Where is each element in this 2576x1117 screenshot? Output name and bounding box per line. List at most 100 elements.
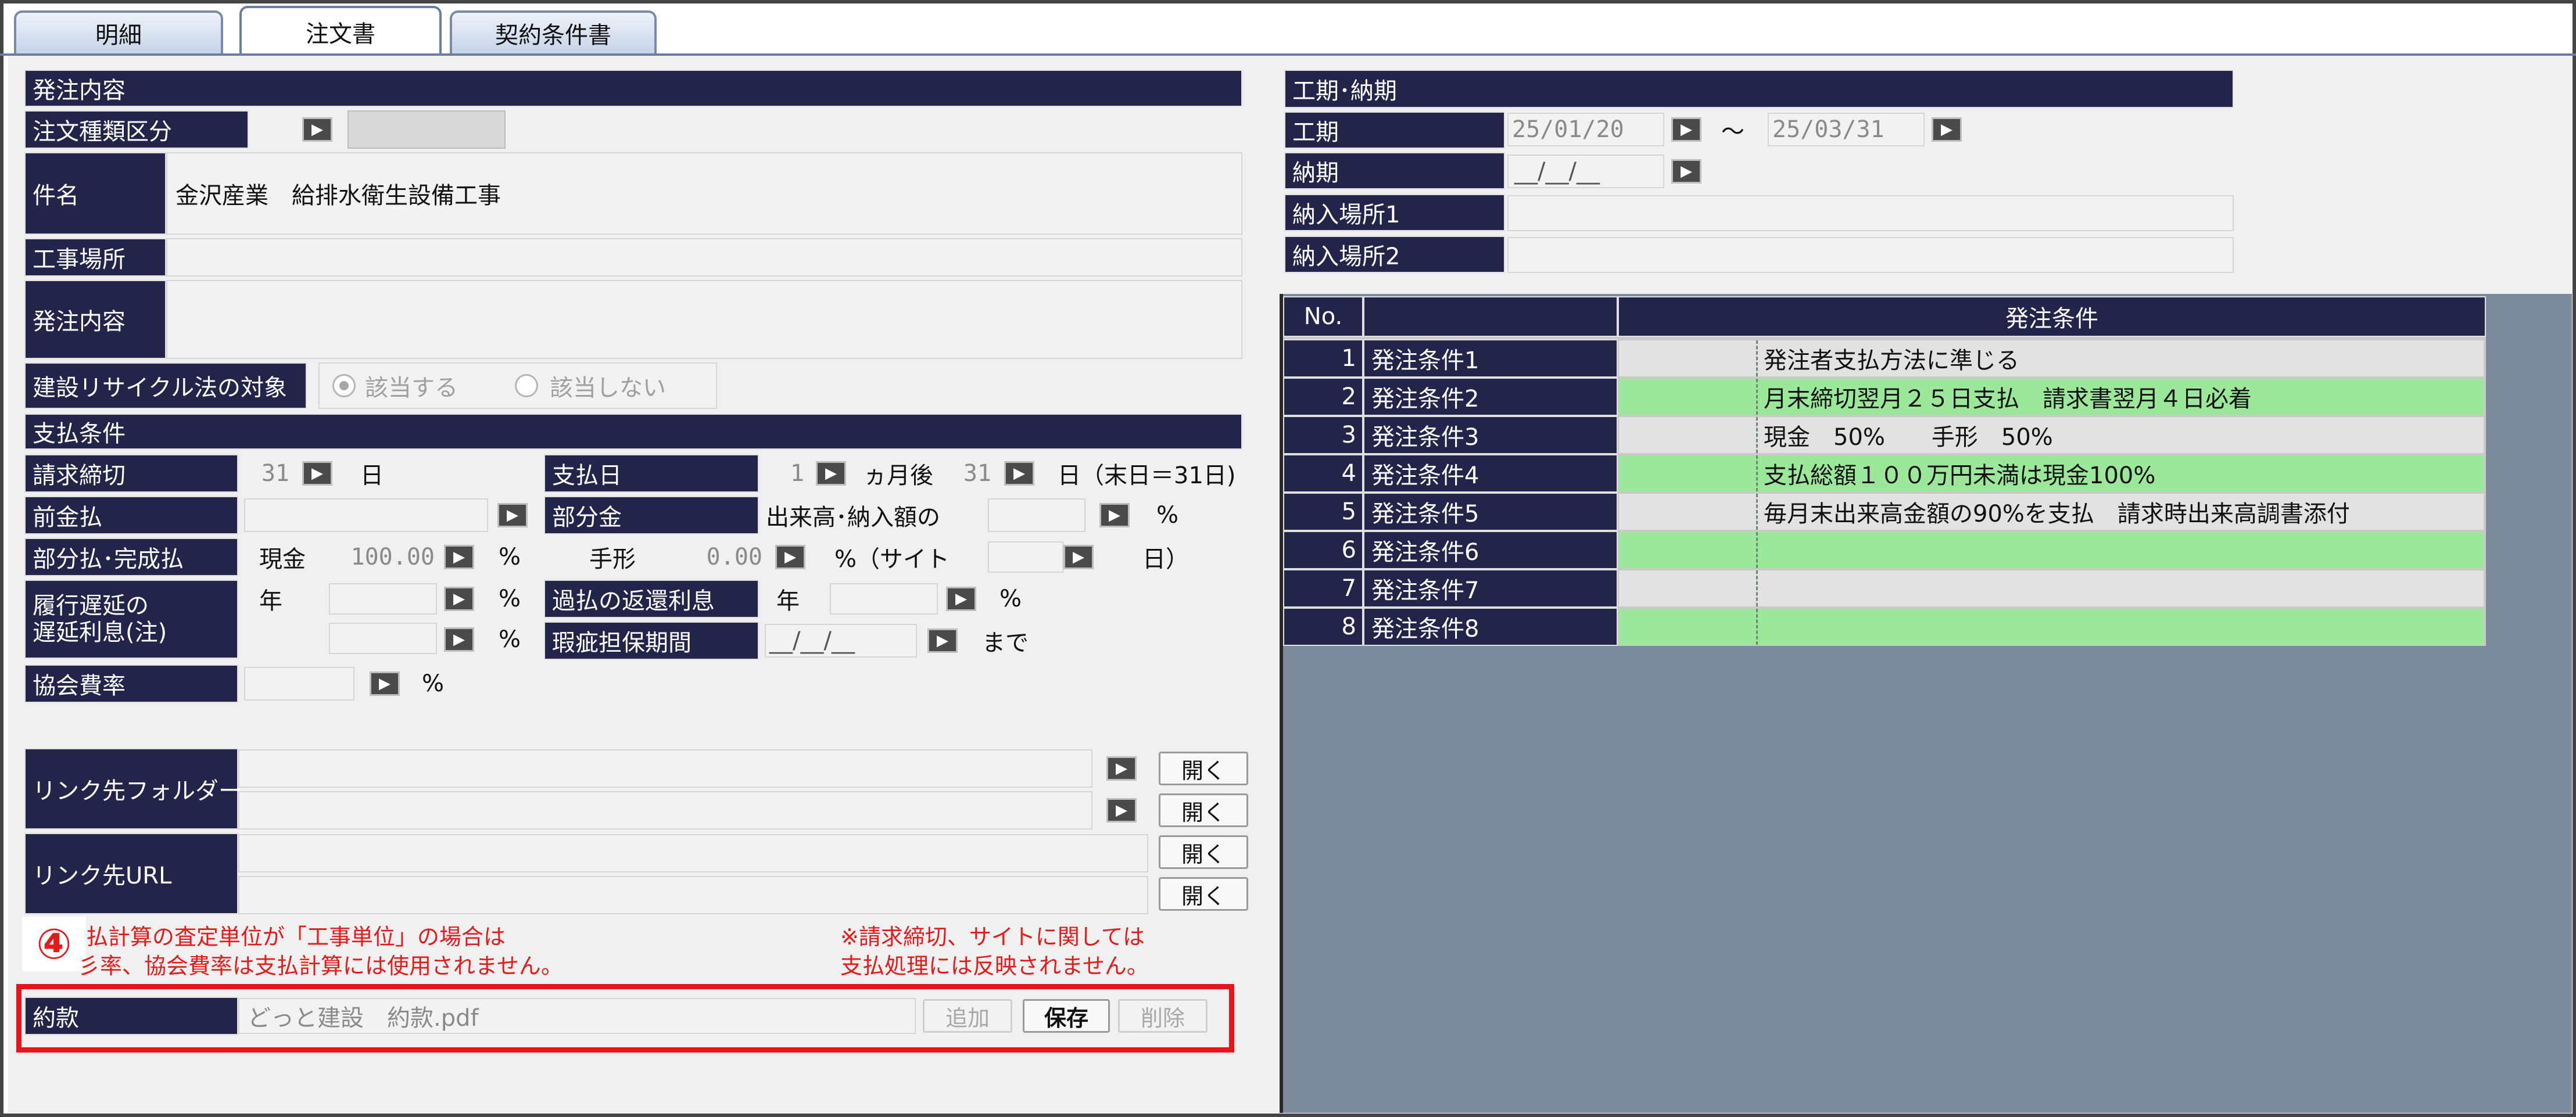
content-field[interactable] bbox=[166, 280, 1242, 359]
condition-row-name: 発注条件5 bbox=[1363, 493, 1618, 531]
condition-row-text-cell[interactable]: 毎月末出来高金額の90%を支払 請求時出来高調書添付 bbox=[1756, 494, 2484, 530]
step-number-badge: ④ bbox=[22, 917, 86, 971]
delivery-date-field[interactable]: __/__/__ bbox=[1507, 155, 1664, 188]
payday-months-picker-icon[interactable]: ▶ bbox=[816, 461, 846, 486]
delivery-date-picker-icon[interactable]: ▶ bbox=[1671, 159, 1701, 184]
bill-site-text: %（サイト bbox=[834, 546, 950, 573]
condition-row-text-cell[interactable]: 発注者支払方法に準じる bbox=[1756, 340, 2484, 376]
closing-date-picker-icon[interactable]: ▶ bbox=[302, 461, 332, 486]
closing-date-value[interactable]: 31 bbox=[244, 455, 289, 491]
delay-interest-field-2[interactable] bbox=[329, 623, 437, 654]
condition-row-text-cell[interactable]: 支払総額１００万円未満は現金100% bbox=[1756, 455, 2484, 491]
partial-payment-percent-unit: % bbox=[1156, 502, 1179, 529]
link-url-field-1[interactable] bbox=[238, 834, 1148, 872]
link-url-open-1-button[interactable]: 開く bbox=[1159, 835, 1248, 869]
recycle-applicable-label: 該当する bbox=[365, 375, 458, 401]
period-start-picker-icon[interactable]: ▶ bbox=[1671, 117, 1701, 142]
site-label: 工事場所 bbox=[24, 238, 166, 276]
conditions-header-name bbox=[1363, 296, 1618, 337]
cash-percent-unit: % bbox=[499, 544, 521, 570]
condition-row-text-cell[interactable] bbox=[1756, 532, 2484, 568]
payday-day-value[interactable]: 31 bbox=[952, 455, 991, 491]
advance-payment-field[interactable] bbox=[244, 498, 488, 532]
association-fee-picker-icon[interactable]: ▶ bbox=[370, 671, 400, 696]
link-folder-browse-1-icon[interactable]: ▶ bbox=[1106, 756, 1137, 781]
link-folder-open-2-button[interactable]: 開く bbox=[1159, 793, 1248, 827]
cash-percent-value[interactable]: 100.00 bbox=[330, 539, 435, 575]
warranty-period-picker-icon[interactable]: ▶ bbox=[927, 628, 958, 653]
link-folder-field-2[interactable] bbox=[238, 791, 1092, 829]
link-url-field-2[interactable] bbox=[238, 876, 1148, 914]
subject-field[interactable]: 金沢産業 給排水衛生設備工事 bbox=[166, 152, 1242, 235]
condition-row-code-cell[interactable] bbox=[1619, 340, 1756, 376]
association-fee-field[interactable] bbox=[244, 667, 354, 701]
period-end-picker-icon[interactable]: ▶ bbox=[1932, 117, 1962, 142]
condition-row-code-cell[interactable] bbox=[1619, 570, 1756, 606]
note-right-line1: ※請求締切、サイトに関しては bbox=[840, 924, 1145, 950]
refund-interest-label: 過払の返還利息 bbox=[544, 580, 759, 618]
delay-interest-field-1[interactable] bbox=[329, 583, 437, 615]
refund-interest-picker-icon[interactable]: ▶ bbox=[946, 587, 976, 611]
note-right-line2: 支払処理には反映されません。 bbox=[840, 953, 1149, 979]
condition-row-text-cell[interactable] bbox=[1756, 609, 2484, 645]
conditions-header-no: No. bbox=[1283, 296, 1363, 337]
link-url-open-2-button[interactable]: 開く bbox=[1159, 877, 1248, 911]
delay-interest-picker-1-icon[interactable]: ▶ bbox=[444, 587, 474, 611]
recycle-not-applicable-radio[interactable] bbox=[515, 374, 538, 397]
condition-row-name: 発注条件7 bbox=[1363, 569, 1618, 608]
condition-row-text-cell[interactable] bbox=[1756, 570, 2484, 606]
recycle-applicable-radio[interactable] bbox=[332, 374, 356, 397]
condition-row-code-cell[interactable] bbox=[1619, 455, 1756, 491]
delivery-date-label: 納期 bbox=[1284, 152, 1505, 189]
site-field[interactable] bbox=[166, 238, 1242, 276]
condition-row-code-cell[interactable] bbox=[1619, 609, 1756, 645]
partial-payment-picker-icon[interactable]: ▶ bbox=[1099, 503, 1130, 527]
delay-interest-picker-2-icon[interactable]: ▶ bbox=[444, 627, 474, 652]
partial-payment-text: 出来高･納入額の bbox=[766, 504, 940, 531]
period-separator: ～ bbox=[1721, 118, 1744, 145]
link-folder-open-1-button[interactable]: 開く bbox=[1159, 752, 1248, 785]
link-folder-field-1[interactable] bbox=[238, 749, 1092, 788]
bill-percent-value[interactable]: 0.00 bbox=[662, 539, 762, 575]
condition-row-no: 7 bbox=[1283, 569, 1363, 608]
delivery-place-1-field[interactable] bbox=[1507, 195, 2234, 231]
condition-row-text-cell[interactable]: 現金 50% 手形 50% bbox=[1756, 417, 2484, 453]
bill-site-picker-icon[interactable]: ▶ bbox=[1063, 545, 1094, 569]
condition-row-code-cell[interactable] bbox=[1619, 532, 1756, 568]
delay-interest-label-line1: 履行遅延の bbox=[33, 592, 149, 619]
condition-row-text-cell[interactable]: 月末締切翌月２５日支払 請求書翌月４日必着 bbox=[1756, 379, 2484, 415]
condition-row-no: 3 bbox=[1283, 416, 1363, 454]
warranty-period-suffix: まで bbox=[982, 630, 1029, 656]
order-type-picker-icon[interactable]: ▶ bbox=[302, 117, 332, 142]
payday-label: 支払日 bbox=[544, 454, 759, 493]
payday-months-value[interactable]: 1 bbox=[765, 455, 804, 491]
bill-percent-picker-icon[interactable]: ▶ bbox=[775, 545, 805, 569]
tab-contract-terms[interactable]: 契約条件書 bbox=[450, 10, 657, 53]
condition-row-name: 発注条件1 bbox=[1363, 339, 1618, 378]
bill-site-field[interactable] bbox=[988, 541, 1063, 573]
tab-purchase-order[interactable]: 注文書 bbox=[239, 6, 442, 56]
condition-row-code-cell[interactable] bbox=[1619, 417, 1756, 453]
condition-row-code-cell[interactable] bbox=[1619, 494, 1756, 530]
condition-row-code-cell[interactable] bbox=[1619, 379, 1756, 415]
advance-payment-label: 前金払 bbox=[24, 496, 238, 534]
payday-day-picker-icon[interactable]: ▶ bbox=[1004, 461, 1034, 486]
link-folder-browse-2-icon[interactable]: ▶ bbox=[1106, 798, 1137, 823]
delay-interest-unit-1: % bbox=[499, 586, 521, 612]
period-label: 工期 bbox=[1284, 112, 1505, 149]
delivery-place-1-label: 納入場所1 bbox=[1284, 194, 1505, 231]
partial-payment-percent-field[interactable] bbox=[988, 498, 1085, 532]
closing-date-label: 請求締切 bbox=[24, 454, 238, 493]
closing-date-unit: 日 bbox=[360, 462, 384, 489]
payday-months-unit: ヵ月後 bbox=[864, 462, 933, 489]
period-start-field[interactable]: 25/01/20 bbox=[1507, 113, 1664, 146]
note-left-line2: 彡率、協会費率は支払計算には使用されません。 bbox=[78, 953, 563, 979]
period-end-field[interactable]: 25/03/31 bbox=[1768, 113, 1925, 146]
tab-details[interactable]: 明細 bbox=[14, 10, 223, 53]
delivery-place-2-field[interactable] bbox=[1507, 237, 2234, 273]
cash-percent-picker-icon[interactable]: ▶ bbox=[444, 545, 474, 569]
refund-interest-field[interactable] bbox=[830, 583, 938, 615]
order-type-field[interactable] bbox=[347, 110, 506, 149]
advance-payment-picker-icon[interactable]: ▶ bbox=[497, 503, 528, 527]
warranty-period-field[interactable]: __/__/__ bbox=[765, 624, 917, 658]
